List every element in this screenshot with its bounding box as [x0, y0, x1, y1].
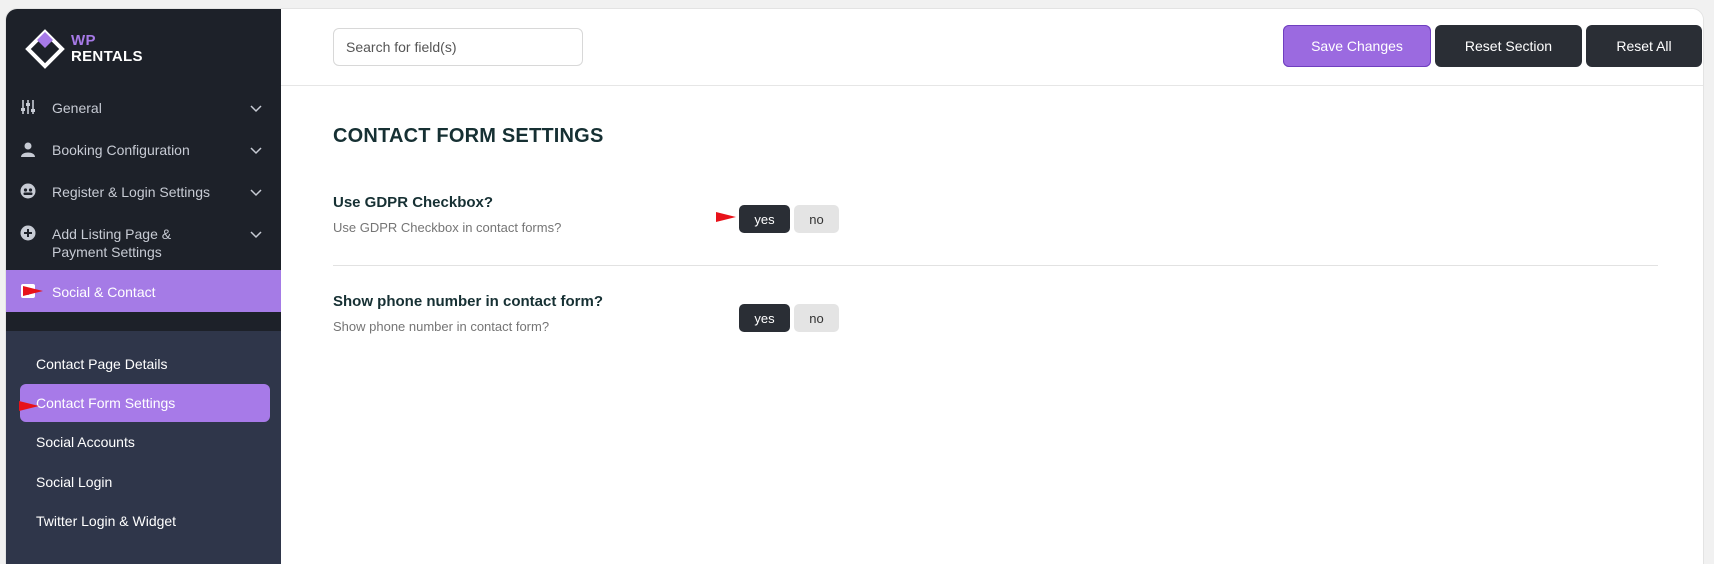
brand-line2: RENTALS	[71, 48, 143, 65]
field-description-gdpr: Use GDPR Checkbox in contact forms?	[333, 220, 562, 235]
chevron-down-icon	[250, 147, 262, 155]
sidebar-item-label: Booking Configuration	[52, 142, 190, 158]
sidebar-item-label: General	[52, 100, 102, 116]
phone-number-toggle: yes no	[739, 304, 839, 332]
sidebar: WP RENTALS General Booking Configuration	[6, 9, 281, 564]
divider	[333, 265, 1658, 266]
brand-logo: WP RENTALS	[25, 25, 143, 73]
save-changes-button[interactable]: Save Changes	[1283, 25, 1431, 67]
annotation-arrow	[19, 401, 39, 411]
brand-line1: WP	[71, 32, 96, 49]
submenu-item-social-accounts[interactable]: Social Accounts	[36, 433, 135, 451]
logo-diamond-icon	[25, 29, 65, 69]
user-icon	[20, 141, 36, 157]
yes-option[interactable]: yes	[739, 205, 790, 233]
sidebar-item-label: Register & Login Settings	[52, 184, 210, 200]
sidebar-item-label: Social & Contact	[52, 284, 156, 300]
chevron-down-icon	[250, 189, 262, 197]
reset-section-button[interactable]: Reset Section	[1435, 25, 1582, 67]
users-circle-icon	[20, 183, 36, 199]
field-description-phone: Show phone number in contact form?	[333, 319, 550, 334]
field-title-phone: Show phone number in contact form?	[333, 293, 603, 310]
section-title: CONTACT FORM SETTINGS	[333, 125, 604, 147]
submenu-item-contact-form-settings[interactable]: Contact Form Settings	[20, 384, 270, 422]
sliders-icon	[20, 99, 36, 115]
submenu-social-contact: Contact Page Details Contact Form Settin…	[6, 331, 281, 564]
chevron-down-icon	[250, 231, 262, 239]
field-title-gdpr: Use GDPR Checkbox?	[333, 194, 494, 211]
sidebar-item-social-contact[interactable]: Social & Contact	[6, 270, 281, 312]
annotation-arrow	[23, 286, 43, 296]
submenu-item-label: Contact Form Settings	[36, 395, 176, 411]
submenu-item-twitter-login-widget[interactable]: Twitter Login & Widget	[36, 512, 176, 530]
chevron-down-icon	[250, 105, 262, 113]
plus-circle-icon	[20, 225, 36, 241]
sidebar-item-add-listing-payment[interactable]: Add Listing Page & Payment Settings	[6, 225, 281, 261]
search-input[interactable]	[333, 28, 583, 66]
reset-all-button[interactable]: Reset All	[1586, 25, 1702, 67]
yes-option[interactable]: yes	[739, 304, 790, 332]
app-window: WP RENTALS General Booking Configuration	[5, 8, 1704, 564]
sidebar-item-booking-configuration[interactable]: Booking Configuration	[6, 141, 281, 159]
submenu-item-contact-page-details[interactable]: Contact Page Details	[36, 355, 168, 373]
options-toolbar: Save Changes Reset Section Reset All	[281, 9, 1703, 86]
gdpr-toggle: yes no	[739, 205, 839, 233]
sidebar-item-label: Add Listing Page & Payment Settings	[52, 226, 172, 260]
sidebar-item-general[interactable]: General	[6, 99, 281, 117]
no-option[interactable]: no	[794, 304, 839, 332]
annotation-arrow	[716, 212, 736, 222]
sidebar-item-register-login[interactable]: Register & Login Settings	[6, 183, 281, 201]
settings-panel: CONTACT FORM SETTINGS Use GDPR Checkbox?…	[281, 87, 1703, 564]
no-option[interactable]: no	[794, 205, 839, 233]
submenu-item-social-login[interactable]: Social Login	[36, 473, 112, 491]
